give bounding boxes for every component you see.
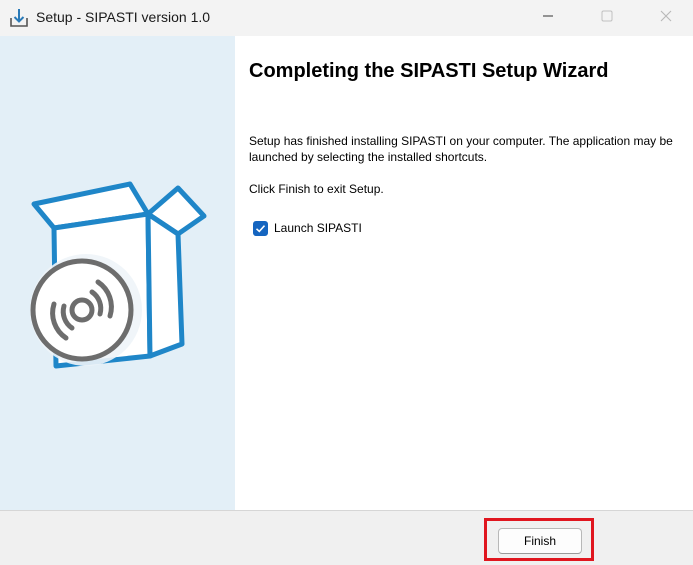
close-icon bbox=[660, 9, 672, 27]
page-title: Completing the SIPASTI Setup Wizard bbox=[249, 60, 609, 82]
launch-sipasti-label: Launch SIPASTI bbox=[274, 221, 362, 235]
launch-sipasti-checkbox[interactable] bbox=[253, 220, 268, 236]
maximize-button[interactable] bbox=[584, 0, 630, 36]
wizard-side-panel bbox=[0, 36, 235, 510]
exit-instruction: Click Finish to exit Setup. bbox=[249, 182, 384, 196]
maximize-icon bbox=[601, 9, 613, 27]
installer-download-icon bbox=[8, 7, 30, 29]
finish-button[interactable]: Finish bbox=[498, 528, 582, 554]
software-box-disc-icon bbox=[18, 176, 208, 381]
minimize-icon bbox=[542, 9, 554, 27]
checkmark-icon bbox=[255, 224, 266, 233]
window-title: Setup - SIPASTI version 1.0 bbox=[36, 9, 211, 25]
title-bar: Setup - SIPASTI version 1.0 bbox=[0, 0, 693, 36]
launch-sipasti-checkbox-row[interactable]: Launch SIPASTI bbox=[253, 219, 362, 237]
wizard-content: Completing the SIPASTI Setup Wizard Setu… bbox=[235, 36, 693, 510]
completion-message: Setup has finished installing SIPASTI on… bbox=[249, 134, 673, 164]
minimize-button[interactable] bbox=[525, 0, 571, 36]
close-button[interactable] bbox=[643, 0, 689, 36]
